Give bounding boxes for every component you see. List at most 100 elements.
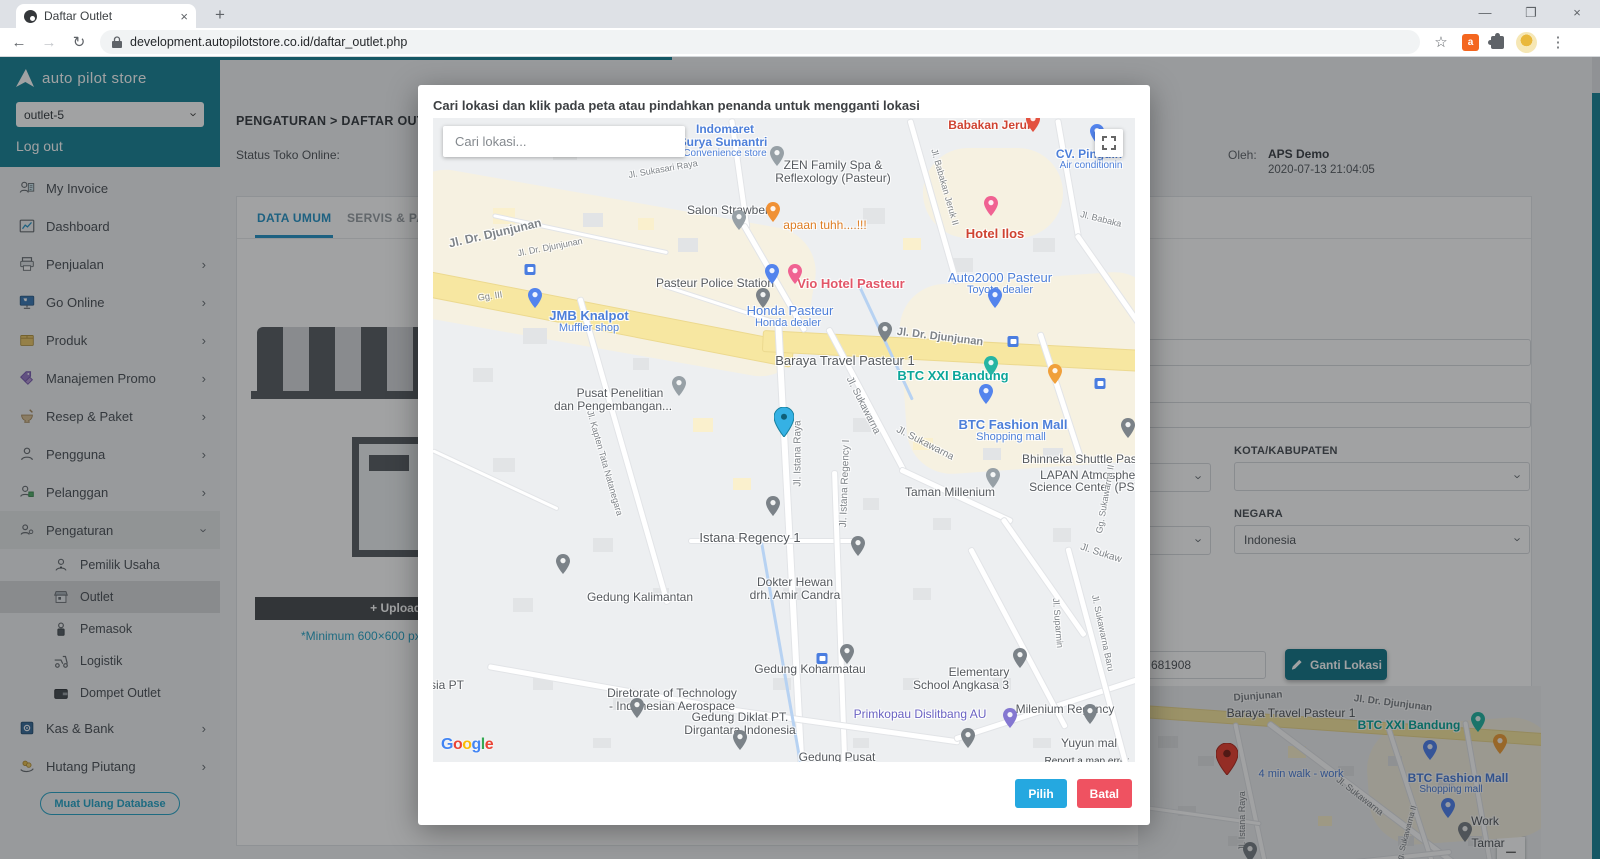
map-label: Primkopau Dislitbang AU	[854, 707, 987, 721]
map-label: Yuyun mal	[1061, 736, 1117, 750]
map-label: Gedung Diklat PT.	[692, 710, 789, 724]
map-label: Air conditionin	[1060, 160, 1123, 171]
map-label: Surya Sumantri	[679, 135, 768, 149]
map-marker	[733, 730, 747, 750]
back-icon[interactable]: ←	[10, 34, 28, 51]
location-picker-map[interactable]: Google Report a map error IndomaretSurya…	[433, 118, 1135, 762]
profile-avatar[interactable]	[1516, 32, 1537, 53]
transit-station-icon	[525, 264, 536, 275]
map-marker	[788, 264, 802, 284]
reload-icon[interactable]: ↻	[70, 33, 88, 51]
location-picker-modal: Cari lokasi dan klik pada peta atau pind…	[418, 85, 1150, 825]
map-label: dan Pengembangan...	[554, 399, 672, 413]
map-marker	[732, 210, 746, 230]
map-label: Auto2000 Pasteur	[948, 270, 1052, 285]
map-label: Dokter Hewan	[757, 575, 833, 589]
map-marker	[851, 536, 865, 556]
map-marker	[1013, 648, 1027, 668]
map-marker	[1048, 364, 1062, 384]
map-road	[1064, 546, 1132, 762]
pilih-button[interactable]: Pilih	[1015, 779, 1066, 808]
map-building	[523, 328, 547, 344]
map-building	[1033, 238, 1055, 252]
map-label: Diretorate of Technology	[607, 686, 737, 700]
map-marker	[756, 288, 770, 308]
map-building	[693, 418, 713, 432]
lock-icon	[112, 36, 122, 49]
map-search-input[interactable]	[443, 126, 685, 157]
map-label: Indomaret	[696, 122, 754, 136]
map-marker	[765, 264, 779, 284]
map-label: apaan tuhh....!!!	[783, 218, 866, 232]
bookmark-star-icon[interactable]: ☆	[1432, 33, 1450, 51]
map-label: Jl. Babaka	[1079, 209, 1122, 229]
map-building	[913, 588, 931, 600]
map-marker	[1003, 708, 1017, 728]
map-marker	[979, 384, 993, 404]
browser-tab[interactable]: Daftar Outlet ×	[16, 4, 196, 28]
map-building	[933, 518, 951, 530]
map-label: Jl. Istana Raya	[793, 420, 804, 486]
url-text: development.autopilotstore.co.id/daftar_…	[130, 35, 407, 49]
map-label: drh. Amir Candra	[750, 588, 841, 602]
window-minimize-button[interactable]: —	[1462, 0, 1508, 28]
map-building	[903, 238, 921, 250]
map-building	[593, 738, 611, 748]
map-label: Jl. Sukaw	[1079, 542, 1123, 566]
google-logo: Google	[441, 736, 493, 754]
extension-orange-icon[interactable]: a	[1462, 34, 1479, 51]
new-tab-button[interactable]: +	[208, 4, 232, 28]
map-marker	[984, 196, 998, 216]
map-building	[1033, 738, 1051, 748]
map-label: Elementary	[949, 665, 1010, 679]
map-marker	[556, 554, 570, 574]
map-building	[593, 538, 613, 552]
browser-tabstrip: Daftar Outlet × + — ❐ ×	[0, 0, 1600, 28]
map-label: sia PT	[433, 678, 464, 692]
page-viewport: auto pilot store outlet-5 › Log out .s{f…	[0, 57, 1600, 859]
browser-menu-icon[interactable]: ⋮	[1549, 33, 1567, 51]
tab-close-icon[interactable]: ×	[180, 9, 188, 24]
map-building	[493, 458, 515, 472]
map-label: Gedung Kalimantan	[587, 590, 693, 604]
map-building	[678, 238, 698, 252]
draggable-location-marker[interactable]	[774, 407, 794, 437]
map-marker	[630, 698, 644, 718]
map-label: Honda dealer	[755, 317, 821, 329]
favicon-icon	[24, 10, 37, 23]
map-label: Vio Hotel Pasteur	[797, 276, 904, 291]
window-restore-button[interactable]: ❐	[1508, 0, 1554, 28]
map-marker	[1083, 704, 1097, 724]
map-marker	[766, 202, 780, 222]
batal-button[interactable]: Batal	[1077, 779, 1132, 808]
map-marker	[840, 644, 854, 664]
map-building	[473, 368, 493, 382]
map-marker	[984, 356, 998, 376]
forward-icon[interactable]: →	[40, 34, 58, 51]
map-marker	[988, 288, 1002, 308]
map-label: Gedung Pusat	[799, 750, 876, 762]
window-close-button[interactable]: ×	[1554, 0, 1600, 28]
map-fullscreen-button[interactable]	[1095, 129, 1123, 157]
map-label: Jl. Sukasari Raya	[628, 158, 699, 180]
map-building	[733, 478, 751, 490]
map-building	[983, 448, 1001, 460]
map-building	[853, 738, 869, 748]
map-label: Muffler shop	[559, 322, 619, 334]
map-label: BTC Fashion Mall	[958, 417, 1067, 432]
map-marker	[1121, 418, 1135, 438]
fullscreen-icon	[1102, 136, 1116, 150]
transit-station-icon	[1008, 336, 1019, 347]
screen: Daftar Outlet × + — ❐ × ← → ↻ developmen…	[0, 0, 1600, 859]
map-label: Science Center (PSTA	[1029, 480, 1135, 494]
transit-station-icon	[1095, 378, 1106, 389]
map-label: Reflexology (Pasteur)	[775, 171, 890, 185]
url-bar[interactable]: development.autopilotstore.co.id/daftar_…	[100, 30, 1420, 54]
extensions-puzzle-icon[interactable]	[1491, 36, 1504, 49]
map-label: Shopping mall	[976, 431, 1046, 443]
map-marker	[986, 468, 1000, 488]
map-marker	[766, 496, 780, 516]
map-marker	[770, 146, 784, 166]
map-building	[863, 498, 879, 510]
report-error-link[interactable]: Report a map error	[1045, 756, 1129, 762]
